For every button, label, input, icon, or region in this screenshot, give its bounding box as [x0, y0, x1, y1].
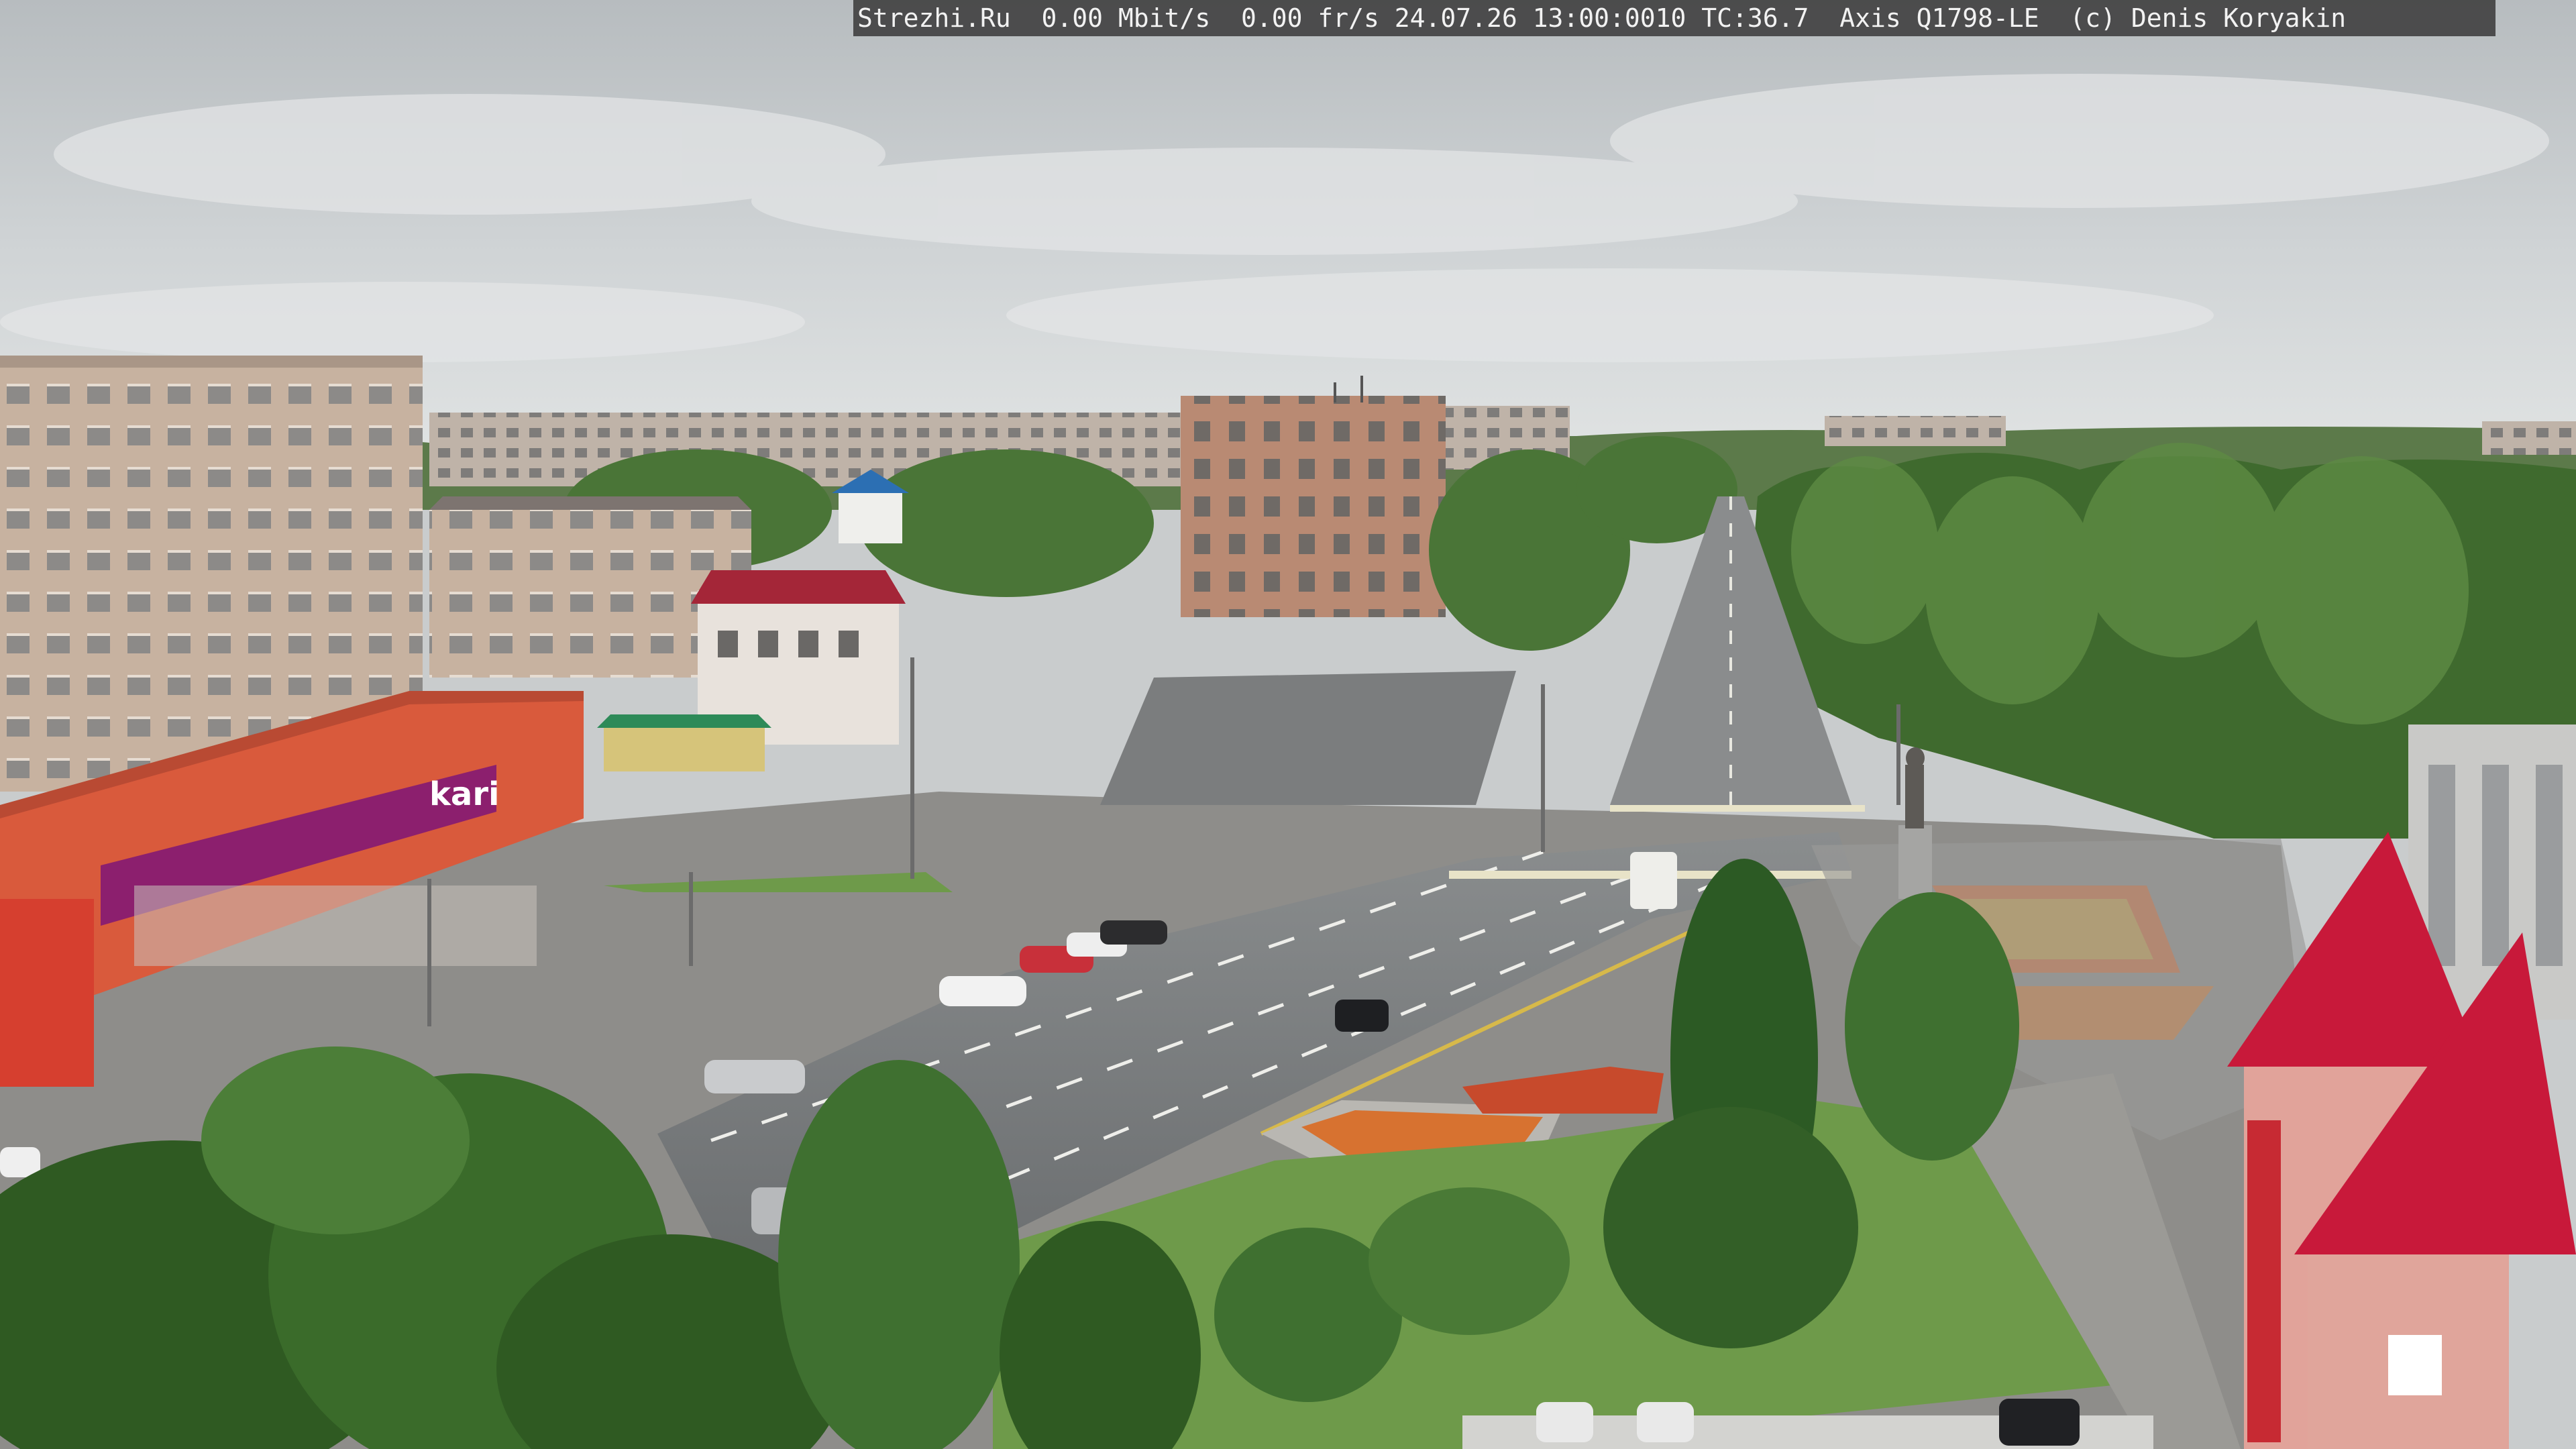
far-apartment-block-edge — [2482, 421, 2576, 455]
store-logo: kari — [429, 775, 499, 813]
bus — [1630, 852, 1677, 909]
camera-view-scene: kari — [0, 0, 2576, 1449]
central-tower-building — [1181, 396, 1446, 617]
car-dark-moving — [1335, 1000, 1389, 1032]
car-white — [939, 976, 1026, 1006]
kiosk — [604, 724, 765, 771]
car-white-left — [0, 1147, 40, 1177]
far-apartment-block-right — [1825, 416, 2006, 446]
car-silver — [704, 1060, 805, 1093]
blue-roof-tower — [839, 490, 902, 543]
car-dark — [1100, 920, 1167, 945]
parking-lot-far — [1100, 671, 1516, 805]
camera-timestamp-overlay: Strezhi.Ru 0.00 Mbit/s 0.00 fr/s 24.07.2… — [853, 0, 2496, 36]
